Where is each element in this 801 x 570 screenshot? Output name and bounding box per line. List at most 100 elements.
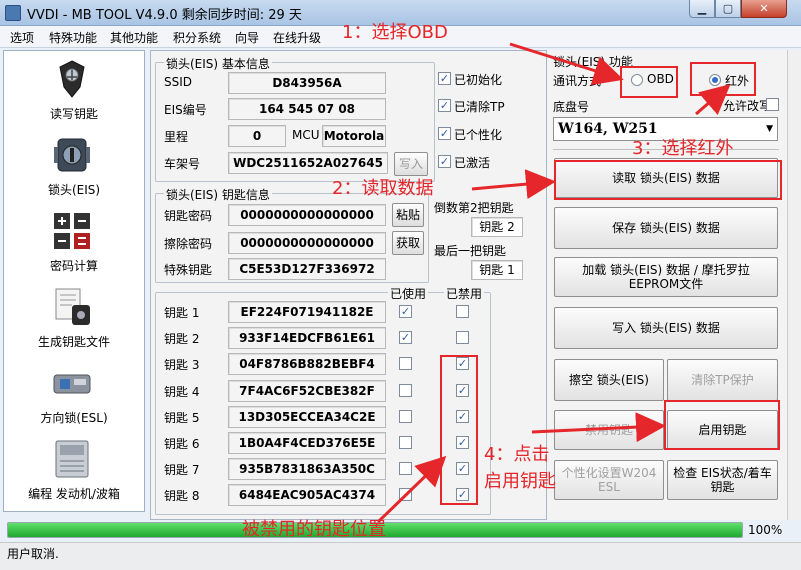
annotation-step1: 1：选择OBD — [342, 22, 448, 43]
erase-password-field: 0000000000000000 — [228, 232, 386, 254]
check-initialized[interactable]: ✓ — [438, 72, 451, 85]
highlight-read-button — [554, 160, 782, 200]
key-used-checkbox[interactable]: ✓ — [399, 331, 412, 345]
second-last-key-label: 倒数第2把钥匙 — [434, 201, 514, 215]
sidebar-item-password[interactable]: 密码计算 — [4, 207, 144, 281]
vin-label: 车架号 — [164, 157, 201, 171]
sidebar-item-label: 生成钥匙文件 — [37, 335, 110, 349]
annotation-step4-line2: 启用钥匙 — [484, 471, 556, 492]
eis-key-info-group: 锁头(EIS) 钥匙信息 钥匙密码 0000000000000000 粘贴 擦除… — [155, 186, 429, 283]
sidebar-item-label: 读写钥匙 — [49, 107, 98, 121]
comm-label: 通讯方式 — [553, 74, 602, 88]
chevron-down-icon: ▼ — [766, 124, 773, 134]
check-initialized-label: 已初始化 — [454, 73, 503, 87]
load-eis-button[interactable]: 加载 锁头(EIS) 数据 / 摩托罗拉EEPROM文件 — [554, 257, 778, 297]
save-eis-button[interactable]: 保存 锁头(EIS) 数据 — [554, 207, 778, 249]
menu-points[interactable]: 积分系统 — [173, 29, 221, 46]
check-tp-cleared[interactable]: ✓ — [438, 99, 451, 112]
scrollbar[interactable] — [787, 50, 801, 520]
ssid-label: SSID — [164, 75, 193, 89]
sidebar-item-label: 密码计算 — [49, 259, 98, 273]
sidebar-item-label: 编程 发动机/波箱 — [28, 487, 120, 501]
highlight-disabled-keys — [440, 355, 478, 505]
close-icon[interactable]: ✕ — [741, 0, 787, 18]
sidebar-item-esl[interactable]: 方向锁(ESL) — [4, 359, 144, 433]
menu-wizard[interactable]: 向导 — [235, 29, 259, 46]
sidebar-item-keyfile[interactable]: 生成钥匙文件 — [4, 283, 144, 357]
erase-eis-button[interactable]: 擦空 锁头(EIS) — [554, 359, 664, 401]
check-tp-cleared-label: 已清除TP — [454, 100, 505, 114]
ecu-icon — [55, 440, 89, 478]
clear-tp-button[interactable]: 清除TP保护 — [667, 359, 778, 401]
annotation-step4-line1: 4：点击 — [484, 444, 550, 465]
window-title: VVDI - MB TOOL V4.9.0 剩余同步时间: 29 天 — [27, 8, 302, 23]
highlight-enable-button — [664, 400, 780, 450]
special-key-field: C5E53D127F336972 — [228, 258, 386, 280]
key-disabled-checkbox[interactable] — [456, 305, 469, 318]
key-used-checkbox[interactable]: ✓ — [399, 305, 412, 318]
key-used-checkbox[interactable] — [399, 383, 412, 397]
sidebar: 读写钥匙 锁头(EIS) 密码计算 生成钥匙文件 方向锁(ESL) 编程 发动机… — [3, 50, 145, 512]
mcu-label: MCU — [292, 128, 320, 142]
special-key-label: 特殊钥匙 — [164, 263, 213, 277]
last-key-label: 最后一把钥匙 — [434, 244, 507, 258]
status-text: 用户取消. — [7, 547, 59, 561]
check-activated[interactable]: ✓ — [438, 155, 451, 168]
check-personalized[interactable]: ✓ — [438, 127, 451, 140]
annotation-step2: 2：读取数据 — [332, 178, 434, 199]
used-header: 已使用 — [388, 285, 429, 302]
menu-options[interactable]: 选项 — [10, 29, 34, 46]
key-used-checkbox[interactable] — [399, 488, 412, 502]
allow-edit-checkbox[interactable] — [766, 98, 779, 111]
personalize-esl-button[interactable]: 个性化设置W204 ESL — [554, 460, 664, 500]
key-value-field: 7F4AC6F52CBE382F — [228, 379, 386, 402]
disable-key-button[interactable]: 禁用钥匙 — [554, 410, 664, 450]
key-used-checkbox[interactable] — [399, 436, 412, 449]
eis-no-label: EIS编号 — [164, 103, 207, 117]
menu-other[interactable]: 其他功能 — [110, 29, 158, 46]
key-used-checkbox[interactable] — [399, 409, 412, 423]
key-label: 钥匙 7 — [164, 463, 200, 478]
key-value-field: 04F8786B882BEBF4 — [228, 353, 386, 376]
menu-special[interactable]: 特殊功能 — [49, 29, 97, 46]
get-button[interactable]: 获取 — [392, 231, 424, 255]
key-password-label: 钥匙密码 — [164, 209, 213, 223]
key-used-checkbox[interactable] — [399, 357, 412, 371]
sidebar-item-eis[interactable]: 锁头(EIS) — [4, 131, 144, 205]
key-label: 钥匙 5 — [164, 410, 200, 425]
key-file-icon — [55, 288, 90, 325]
annotation-step3: 3：选择红外 — [632, 138, 734, 159]
key-used-checkbox[interactable] — [399, 462, 412, 476]
second-last-key-field: 钥匙 2 — [471, 217, 523, 237]
sidebar-item-key[interactable]: 读写钥匙 — [4, 55, 144, 129]
key-value-field: EF224F071941182E — [228, 301, 386, 323]
maximize-icon[interactable]: ▢ — [715, 0, 741, 18]
key-label: 钥匙 6 — [164, 437, 200, 451]
eis-icon — [54, 138, 90, 172]
mcu-field: Motorola — [322, 125, 386, 147]
mileage-label: 里程 — [164, 130, 189, 144]
disabled-header: 已禁用 — [444, 285, 485, 302]
key-label: 钥匙 1 — [164, 306, 200, 320]
vin-write-button[interactable]: 写入 — [394, 152, 428, 176]
group-title: 锁头(EIS) 基本信息 — [164, 55, 272, 72]
minimize-icon[interactable]: ▁ — [689, 0, 715, 18]
ssid-field: D843956A — [228, 72, 386, 94]
sidebar-item-label: 锁头(EIS) — [47, 183, 101, 197]
paste-button[interactable]: 粘贴 — [392, 203, 424, 227]
chassis-label: 底盘号 — [553, 100, 590, 114]
group-title: 锁头(EIS) 钥匙信息 — [164, 186, 272, 203]
calculator-icon — [54, 213, 90, 249]
highlight-infrared — [690, 62, 756, 96]
app-icon — [5, 5, 21, 21]
allow-edit-label: 允许改写 — [723, 99, 772, 113]
menu-update[interactable]: 在线升级 — [273, 29, 321, 46]
check-eis-button[interactable]: 检查 EIS状态/着车钥匙 — [667, 460, 778, 500]
write-eis-button[interactable]: 写入 锁头(EIS) 数据 — [554, 307, 778, 349]
eis-basic-info-group: 锁头(EIS) 基本信息 SSID D843956A EIS编号 164 545… — [155, 55, 435, 182]
sidebar-item-ecu[interactable]: 编程 发动机/波箱 — [4, 435, 144, 509]
key-disabled-checkbox[interactable] — [456, 331, 469, 345]
check-activated-label: 已激活 — [454, 156, 491, 170]
mileage-field: 0 — [228, 125, 286, 147]
key-label: 钥匙 8 — [164, 489, 200, 504]
